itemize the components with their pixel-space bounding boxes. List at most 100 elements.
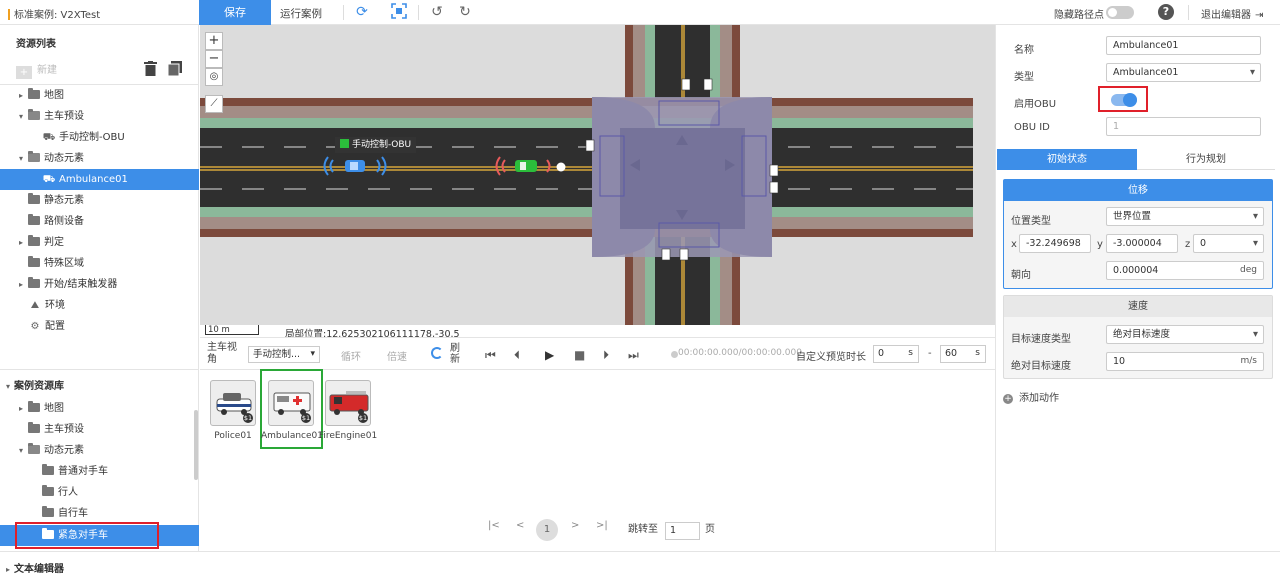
price-badge: $1 [301,413,311,423]
chevron-right-icon[interactable]: ▸ [14,232,28,253]
pos-type-select[interactable]: 世界位置 [1106,207,1264,226]
tree-item-label: 特殊区域 [44,258,84,269]
tree-item[interactable]: ▾ 动态元素 [0,440,199,461]
chevron-down-icon[interactable]: ▾ [6,382,10,391]
new-button[interactable]: + 新建 [16,61,57,79]
chevron-down-icon[interactable]: ▾ [14,148,28,169]
skip-start-icon[interactable]: ⏮ [485,348,496,363]
tree-item[interactable]: 路侧设备 [0,211,199,232]
tree-item[interactable]: ⛟ 手动控制-OBU [0,127,199,148]
zoom-in-button[interactable]: + [205,32,223,50]
timeline-handle[interactable] [671,351,678,358]
chevron-right-icon[interactable]: ▸ [14,398,28,419]
tree-item[interactable]: ▾ 动态元素 [0,148,199,169]
heading-input[interactable]: 0.000004 deg [1106,261,1264,280]
prev-page-button[interactable]: < [516,520,524,531]
name-input[interactable]: Ambulance01 [1106,36,1261,55]
z-select[interactable]: 0 [1193,234,1264,253]
redo-icon[interactable]: ↻ [456,3,474,21]
tree-item[interactable]: ▸ 判定 [0,232,199,253]
chevron-right-icon[interactable]: ▸ [14,85,28,106]
tab-behavior-planning[interactable]: 行为规划 [1137,149,1275,170]
folder-icon [28,422,40,433]
exit-editor-button[interactable]: 退出编辑器 ⇥ [1201,6,1263,21]
tree-item[interactable]: ▸ 地图 [0,398,199,419]
save-button[interactable]: 保存 [199,0,271,25]
scrollbar[interactable] [194,410,198,480]
time-display: 00:00:00.000/00:00:00.000 [678,348,802,358]
hide-path-toggle[interactable] [1106,6,1134,19]
tree-item-label: 判定 [44,237,64,248]
target-speed-type-select[interactable]: 绝对目标速度 [1106,325,1264,344]
goto-label: 跳转至 [628,524,658,535]
chevron-down-icon[interactable]: ▾ [14,106,28,127]
tab-initial-state[interactable]: 初始状态 [997,149,1137,170]
chevron-down-icon[interactable]: ▾ [14,440,28,461]
obu-id-input[interactable]: 1 [1106,117,1261,136]
screenshot-icon[interactable] [390,3,408,21]
tree-item[interactable]: 行人 [0,482,199,503]
tree-item[interactable]: ▾ 主车预设 [0,106,199,127]
x-input[interactable]: -32.249698 [1019,234,1091,253]
add-action-label: 添加动作 [1019,393,1059,404]
loop-button[interactable]: 循环 [341,348,361,363]
preview-end-input[interactable]: 60 s [940,345,986,363]
measure-ruler-icon[interactable]: ⟋ [205,95,223,113]
obu-toggle[interactable] [1111,93,1137,107]
copy-icon[interactable] [167,61,182,77]
play-icon[interactable]: ▶ [545,348,554,362]
stop-icon[interactable]: ■ [574,348,585,362]
tree-item[interactable]: 主车预设 [0,419,199,440]
refresh-icon[interactable]: ⟳ [353,3,371,21]
goto-page-input[interactable]: 1 [665,522,700,540]
next-page-button[interactable]: > [571,520,579,531]
refresh-icon[interactable] [431,347,443,359]
tree-item[interactable]: ⛟ Ambulance01 [0,169,199,190]
speed-button[interactable]: 倍速 [387,348,407,363]
last-page-button[interactable]: >| [596,520,608,531]
zoom-out-button[interactable]: − [205,50,223,68]
y-input[interactable]: -3.000004 [1106,234,1178,253]
current-page[interactable]: 1 [536,519,558,541]
tree-item[interactable]: ▸ 地图 [0,85,199,106]
locate-icon[interactable]: ◎ [205,68,223,86]
tree-item[interactable]: ⚙ 配置 [0,316,199,337]
abs-speed-input[interactable]: 10 m/s [1106,352,1264,371]
folder-icon [28,214,40,225]
tree-item-label: 开始/结束触发器 [44,279,118,290]
first-page-button[interactable]: |< [488,520,500,531]
preview-start-value: 0 [878,348,885,359]
chevron-right-icon[interactable]: ▸ [14,274,28,295]
price-badge: $1 [243,413,253,423]
road-map [200,25,973,325]
tree-item-label: 动态元素 [44,153,84,164]
map-canvas[interactable]: 手动控制-OBU + − ◎ ⟋ [200,25,995,325]
target-speed-type-value: 绝对目标速度 [1113,329,1171,340]
refresh-label[interactable]: 刷新 [450,343,462,365]
skip-end-icon[interactable]: ⏭ [628,348,639,363]
tree-item[interactable]: ▸ 开始/结束触发器 [0,274,199,295]
tree-item-label: 环境 [45,300,65,311]
run-case-button[interactable]: 运行案例 [280,6,322,21]
text-editor-bar[interactable]: ▸ 文本编辑器 [0,551,1280,581]
add-action-button[interactable]: + 添加动作 [1003,389,1059,404]
preview-start-input[interactable]: 0s [873,345,919,363]
step-forward-icon[interactable]: ⏵ [603,348,609,363]
ego-vehicle-label: 手动控制-OBU [335,137,417,153]
tree-item[interactable]: 特殊区域 [0,253,199,274]
tree-item[interactable]: ⛰ 环境 [0,295,199,316]
type-select[interactable]: Ambulance01 [1106,63,1261,82]
asset-ambulance01[interactable]: $1 [268,380,314,426]
tree-item[interactable]: 静态元素 [0,190,199,211]
undo-icon[interactable]: ↺ [428,3,446,21]
asset-fireengine01[interactable]: $1 [325,380,371,426]
step-back-icon[interactable]: ⏴ [514,348,520,363]
tree-item-label: 手动控制-OBU [59,132,125,143]
help-icon[interactable]: ? [1158,4,1174,20]
asset-police01[interactable]: $1 [210,380,256,426]
view-select[interactable]: 手动控制... ▾ [248,346,320,363]
environment-icon: ⛰ [30,300,40,311]
tree-item[interactable]: 自行车 [0,503,199,524]
delete-icon[interactable] [144,61,157,76]
tree-item[interactable]: 普通对手车 [0,461,199,482]
